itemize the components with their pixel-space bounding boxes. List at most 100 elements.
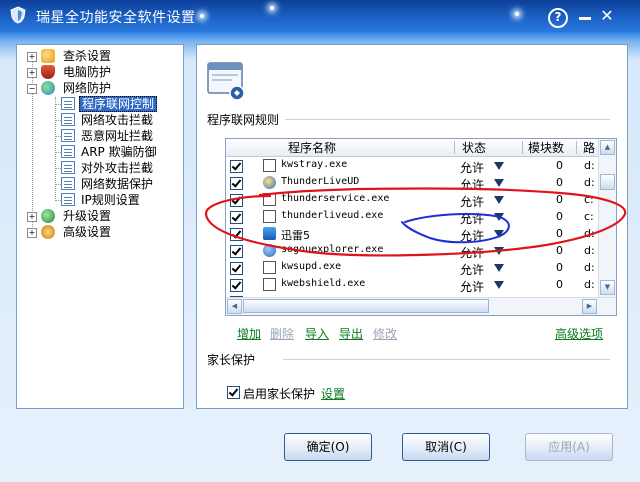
add-rule-link[interactable]: 增加 — [237, 325, 261, 342]
expand-plus-icon[interactable]: + — [27, 68, 37, 78]
scroll-thumb[interactable] — [600, 174, 615, 190]
rule-enabled-checkbox[interactable] — [230, 228, 243, 241]
rules-table[interactable]: 程序名称 状态 模块数 路 kwstray.exe 允许 0 d: Thunde… — [225, 138, 617, 316]
tree-line — [32, 55, 33, 231]
table-row[interactable]: sogouexplorer.exe 允许 0 d: — [226, 242, 599, 260]
help-icon: ? — [548, 8, 568, 28]
cancel-button[interactable]: 取消(C) — [402, 433, 490, 461]
section-divider — [283, 359, 610, 360]
tree-item-label: 恶意网址拦截 — [81, 129, 154, 143]
close-button[interactable]: ✕ — [597, 6, 617, 26]
scroll-right-icon[interactable]: ▶ — [582, 299, 597, 314]
decor-sparkle — [200, 14, 204, 18]
delete-rule-link[interactable]: 删除 — [270, 325, 294, 342]
module-count: 0 — [556, 261, 563, 274]
page-icon — [61, 193, 75, 206]
title-bar[interactable]: 瑞星全功能安全软件设置 ? ✕ — [0, 0, 640, 32]
rule-enabled-checkbox[interactable] — [230, 245, 243, 258]
expand-plus-icon[interactable]: + — [27, 52, 37, 62]
expand-plus-icon[interactable]: + — [27, 228, 37, 238]
import-link[interactable]: 导入 — [305, 325, 329, 342]
scroll-thumb[interactable] — [243, 299, 489, 313]
program-path: d: — [584, 227, 595, 240]
status-dropdown-arrow-icon[interactable] — [494, 179, 504, 187]
table-row[interactable]: thunderservice.exe 允许 0 c: — [226, 191, 599, 209]
rising-logo-icon — [10, 6, 26, 24]
export-link[interactable]: 导出 — [339, 325, 363, 342]
program-name: kwebshield.exe — [281, 278, 366, 289]
parental-section-title: 家长保护 — [207, 353, 256, 367]
network-window-icon — [207, 61, 245, 101]
tree-item-label: 对外攻击拦截 — [81, 161, 154, 175]
scroll-down-icon[interactable]: ▼ — [600, 280, 615, 295]
network-icon — [41, 81, 55, 95]
scroll-left-icon[interactable]: ◀ — [227, 299, 242, 314]
rule-enabled-checkbox[interactable] — [230, 160, 243, 173]
program-name: thunderliveud.exe — [281, 210, 384, 221]
page-icon — [61, 145, 75, 158]
collapse-minus-icon[interactable]: − — [27, 84, 37, 94]
module-count: 0 — [556, 176, 563, 189]
minimize-button[interactable] — [575, 6, 595, 26]
edit-rule-link[interactable]: 修改 — [373, 325, 397, 342]
status-dropdown-arrow-icon[interactable] — [494, 281, 504, 289]
table-row[interactable]: kwstray.exe 允许 0 d: — [226, 157, 599, 175]
ok-button[interactable]: 确定(O) — [284, 433, 372, 461]
module-count: 0 — [556, 159, 563, 172]
table-row[interactable]: ThunderLiveUD 允许 0 d: — [226, 174, 599, 192]
advanced-options-link[interactable]: 高级选项 — [555, 325, 603, 342]
expand-plus-icon[interactable]: + — [27, 212, 37, 222]
status-dropdown-arrow-icon[interactable] — [494, 264, 504, 272]
settings-window: 瑞星全功能安全软件设置 ? ✕ + 查杀设置 + 电脑防护 − 网络防护 程序联… — [0, 0, 640, 482]
status-dropdown-arrow-icon[interactable] — [494, 213, 504, 221]
parental-protection-label[interactable]: 启用家长保护 — [243, 385, 315, 402]
scan-icon — [41, 49, 55, 63]
scroll-up-icon[interactable]: ▲ — [600, 140, 615, 155]
settings-content-panel: 程序联网规则 程序名称 状态 模块数 路 kwstray.exe 允许 0 d: — [196, 44, 628, 409]
parental-settings-link[interactable]: 设置 — [321, 385, 345, 402]
table-row[interactable]: 迅雷5 允许 0 d: — [226, 225, 599, 243]
upgrade-icon — [41, 209, 55, 223]
status-dropdown-arrow-icon[interactable] — [494, 247, 504, 255]
tree-item-label: 程序联网控制 — [79, 96, 158, 112]
module-count: 0 — [556, 193, 563, 206]
table-row[interactable]: thunderliveud.exe 允许 0 c: — [226, 208, 599, 226]
settings-tree[interactable]: + 查杀设置 + 电脑防护 − 网络防护 程序联网控制 网络攻击拦截 恶意网址拦… — [16, 44, 184, 409]
module-count: 0 — [556, 244, 563, 257]
tree-item-label: 电脑防护 — [63, 65, 112, 79]
table-row[interactable]: kwebshield.exe 允许 0 d: — [226, 276, 599, 294]
status-dropdown-arrow-icon[interactable] — [494, 230, 504, 238]
status-dropdown-arrow-icon[interactable] — [494, 196, 504, 204]
column-header-status[interactable]: 状态 — [462, 140, 486, 156]
rules-section-title: 程序联网规则 — [207, 113, 280, 127]
rule-enabled-checkbox[interactable] — [230, 211, 243, 224]
app-window-icon — [263, 193, 276, 206]
rule-enabled-checkbox[interactable] — [230, 262, 243, 275]
vertical-scrollbar[interactable]: ▲ ▼ — [598, 139, 616, 297]
column-divider[interactable] — [522, 141, 523, 154]
column-header-modules[interactable]: 模块数 — [528, 140, 564, 156]
column-header-path[interactable]: 路 — [583, 140, 595, 156]
program-name: ThunderLiveUD — [281, 176, 360, 187]
shield-icon — [41, 65, 55, 79]
program-name: thunderservice.exe — [281, 193, 390, 204]
rule-enabled-checkbox[interactable] — [230, 194, 243, 207]
column-divider[interactable] — [576, 141, 577, 154]
parental-protection-checkbox[interactable] — [227, 386, 240, 399]
module-count: 0 — [556, 227, 563, 240]
tree-item-label: 网络数据保护 — [81, 177, 154, 191]
table-row[interactable]: kwsupd.exe 允许 0 d: — [226, 259, 599, 277]
rule-enabled-checkbox[interactable] — [230, 279, 243, 292]
column-header-name[interactable]: 程序名称 — [288, 140, 336, 156]
apply-button[interactable]: 应用(A) — [525, 433, 613, 461]
tree-item-label: 网络攻击拦截 — [81, 113, 154, 127]
tree-item-label: 查杀设置 — [63, 49, 112, 63]
help-button[interactable]: ? — [548, 6, 568, 28]
horizontal-scrollbar[interactable]: ◀ ▶ — [226, 297, 616, 315]
globe-icon — [263, 176, 276, 189]
sogou-icon — [263, 244, 276, 257]
column-divider[interactable] — [454, 141, 455, 154]
program-name: kwsupd.exe — [281, 261, 342, 272]
rule-enabled-checkbox[interactable] — [230, 177, 243, 190]
status-dropdown-arrow-icon[interactable] — [494, 162, 504, 170]
